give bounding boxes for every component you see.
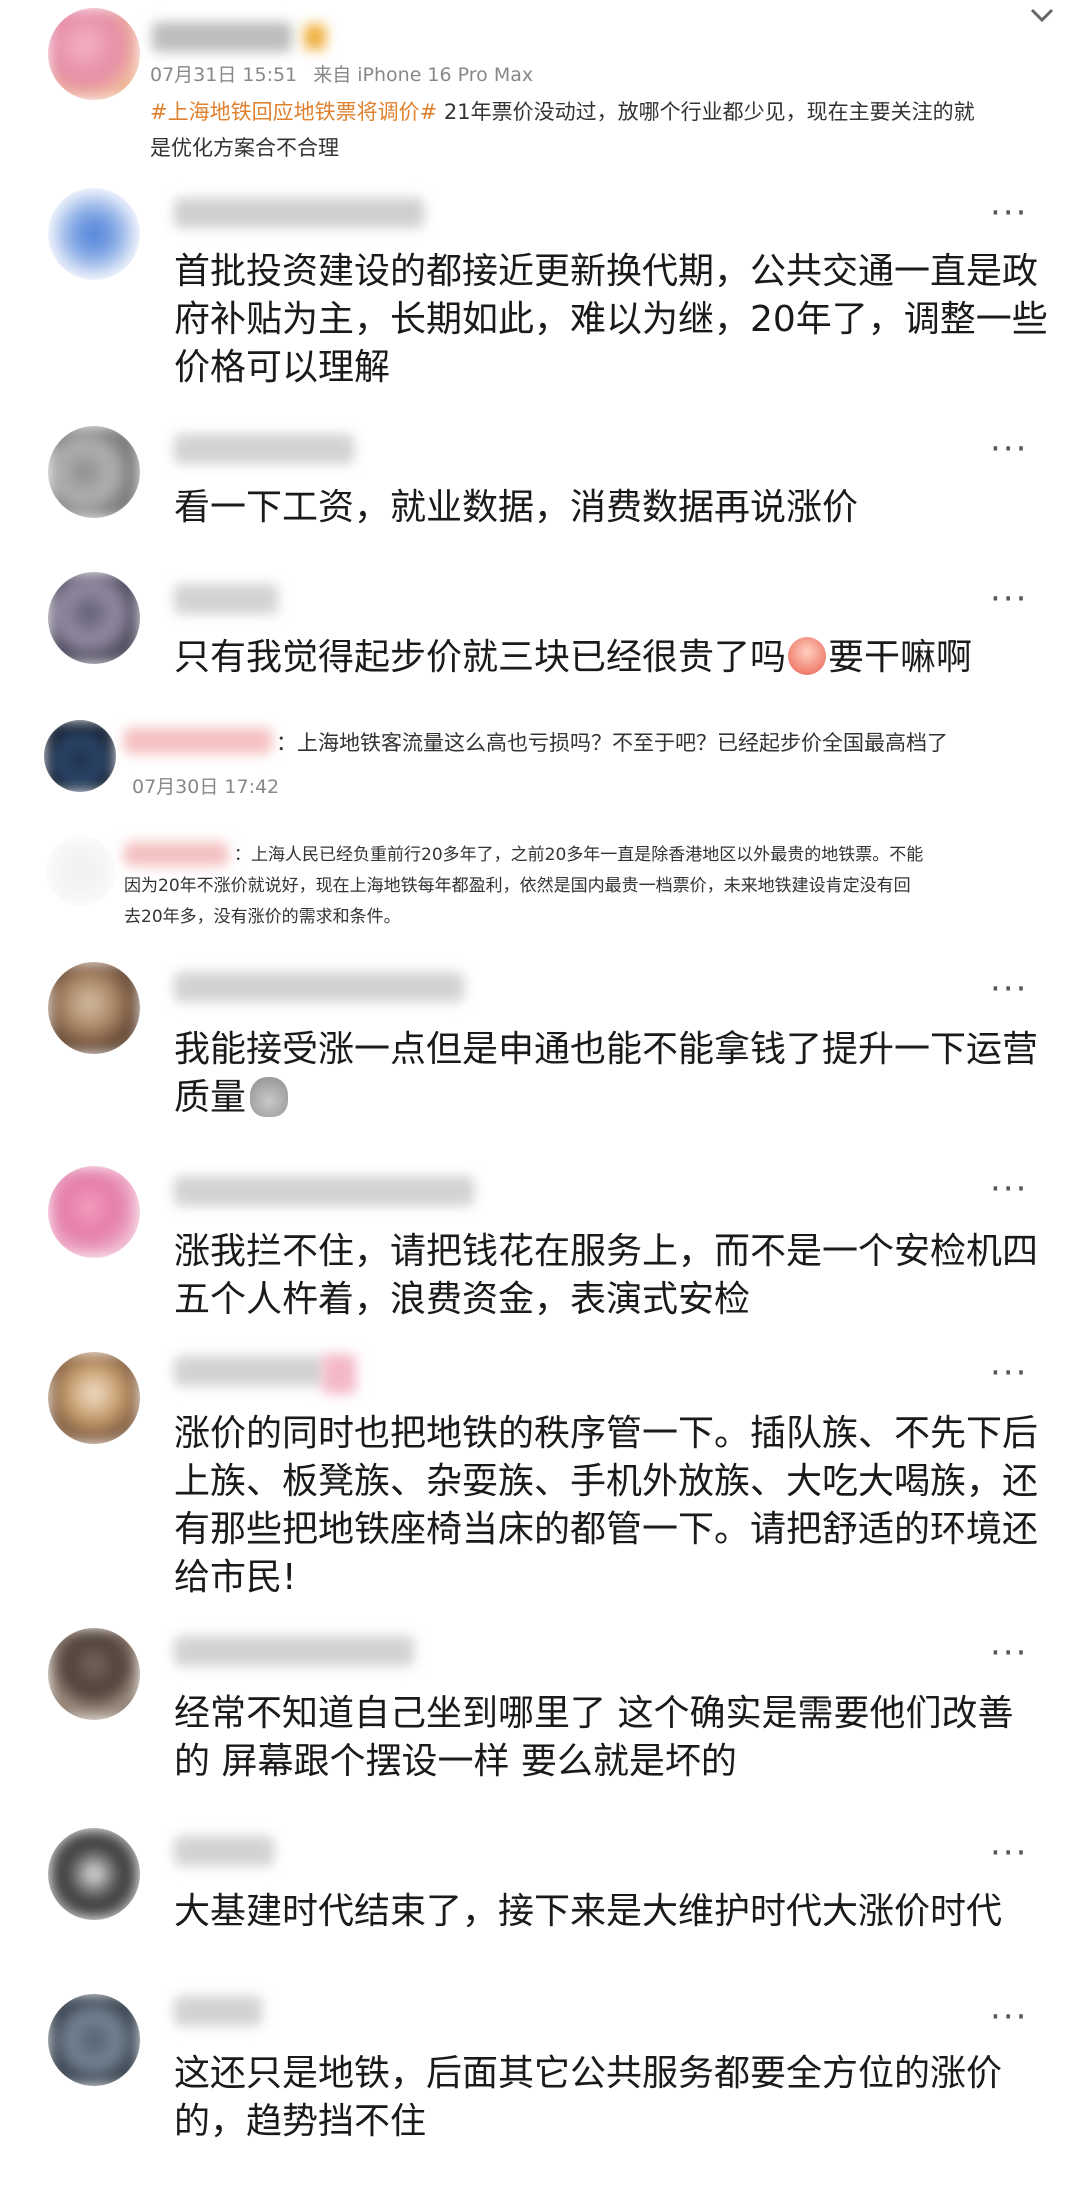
avatar[interactable]: [48, 8, 140, 100]
more-options-icon[interactable]: ···: [990, 1636, 1028, 1670]
avatar[interactable]: [48, 426, 140, 518]
avatar[interactable]: [48, 572, 140, 664]
user-badge: [304, 24, 326, 50]
comment-text: 经常不知道自己坐到哪里了 这个确实是需要他们改善 的 屏幕跟个摆设一样 要么就是…: [174, 1693, 1014, 1782]
user-badge: [322, 1354, 356, 1394]
avatar[interactable]: [48, 188, 140, 280]
avatar[interactable]: [44, 720, 116, 792]
post-meta: 07月31日 15:51 来自 iPhone 16 Pro Max: [150, 60, 533, 87]
more-options-icon[interactable]: ···: [990, 1172, 1028, 1206]
username[interactable]: [174, 584, 278, 614]
username[interactable]: [174, 434, 354, 464]
post-text-line2: 是优化方案合不合理: [150, 136, 339, 160]
more-options-icon[interactable]: ···: [990, 432, 1028, 466]
more-options-icon[interactable]: ···: [990, 2000, 1028, 2034]
avatar[interactable]: [48, 962, 140, 1054]
username[interactable]: [174, 1996, 262, 2026]
more-options-icon[interactable]: ···: [990, 196, 1028, 230]
username[interactable]: [174, 1836, 274, 1866]
avatar[interactable]: [48, 1352, 140, 1444]
avatar[interactable]: [48, 1828, 140, 1920]
more-options-icon[interactable]: ···: [990, 972, 1028, 1006]
username[interactable]: [174, 1636, 414, 1666]
comment-text: 涨我拦不住，请把钱花在服务上，而不是一个安检机四 五个人杵着，浪费资金，表演式安…: [174, 1231, 1039, 1320]
post-text-line1: 21年票价没动过，放哪个行业都少见，现在主要关注的就: [437, 100, 975, 124]
comment-text: 首批投资建设的都接近更新换代期，公共交通一直是政 府补贴为主，长期如此，难以为继…: [174, 251, 1048, 388]
post-text: #上海地铁回应地铁票将调价# 21年票价没动过，放哪个行业都少见，现在主要关注的…: [150, 94, 975, 166]
post-time: 07月31日 15:51: [150, 64, 298, 86]
avatar[interactable]: [48, 1166, 140, 1258]
username[interactable]: [174, 198, 424, 228]
username[interactable]: [174, 972, 464, 1002]
avatar[interactable]: [48, 1628, 140, 1720]
comment-text: 这还只是地铁，后面其它公共服务都要全方位的涨价 的，趋势挡不住: [174, 2053, 1003, 2142]
crying-face-icon: [788, 637, 827, 675]
username[interactable]: [174, 1356, 324, 1386]
comment-text: 我能接受涨一点但是申通也能不能拿钱了提升一下运营 质量: [174, 1029, 1039, 1118]
reply-time: 07月30日 17:42: [132, 776, 280, 798]
comment-text: 看一下工资，就业数据，消费数据再说涨价: [174, 487, 859, 528]
chevron-down-icon[interactable]: [1024, 2, 1060, 30]
hashtag-link[interactable]: #上海地铁回应地铁票将调价#: [150, 100, 437, 124]
reply-text: ：上海地铁客流量这么高也亏损吗？不至于吧？已经起步价全国最高档了: [276, 731, 948, 755]
username[interactable]: [124, 728, 272, 754]
more-options-icon[interactable]: ···: [990, 582, 1028, 616]
username[interactable]: [152, 22, 292, 52]
comment-text: 涨价的同时也把地铁的秩序管一下。插队族、不先下后 上族、板凳族、杂耍族、手机外放…: [174, 1413, 1039, 1598]
reply-text: ：上海人民已经负重前行20多年了，之前20多年一直是除香港地区以外最贵的地铁票。…: [124, 845, 924, 927]
avatar[interactable]: [46, 836, 116, 906]
more-options-icon[interactable]: ···: [990, 1836, 1028, 1870]
more-options-icon[interactable]: ···: [990, 1356, 1028, 1390]
comment-text: 只有我觉得起步价就三块已经很贵了吗 要干嘛啊: [174, 637, 973, 678]
money-bag-icon: [250, 1077, 289, 1117]
avatar[interactable]: [48, 1994, 140, 2086]
post-source: 来自 iPhone 16 Pro Max: [313, 64, 534, 86]
comment-text: 大基建时代结束了，接下来是大维护时代大涨价时代: [174, 1891, 1003, 1932]
username[interactable]: [174, 1176, 474, 1206]
